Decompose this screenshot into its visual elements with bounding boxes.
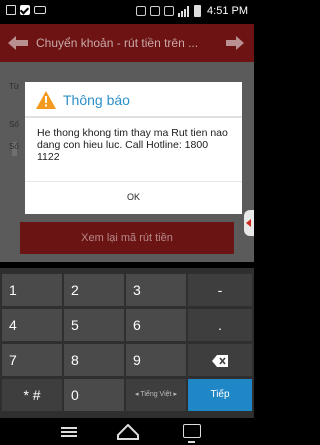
key-9[interactable]: 9 xyxy=(126,344,186,376)
home-icon[interactable] xyxy=(117,424,139,440)
dialog-message: He thong khong tim thay ma Rut tien nao … xyxy=(37,127,228,163)
field-label-from: Từ xyxy=(9,82,20,91)
screenshot-icon xyxy=(6,5,16,15)
key-3[interactable]: 3 xyxy=(126,274,186,306)
notification-icons xyxy=(6,5,46,15)
numeric-keyboard: 1 2 3 - 4 5 6 . 7 8 9 * # 0 ◂ Tiếng Việt… xyxy=(0,268,254,418)
language-switch-key[interactable]: ◂ Tiếng Việt ▸ xyxy=(126,379,186,411)
key-7[interactable]: 7 xyxy=(2,344,62,376)
system-nav-bar xyxy=(0,418,254,445)
key-1[interactable]: 1 xyxy=(2,274,62,306)
dialog-title: Thông báo xyxy=(63,92,130,108)
app-bar: Chuyển khoản - rút tiền trên ... xyxy=(0,24,254,62)
message-icon xyxy=(34,6,46,14)
alert-dialog: Thông báo He thong khong tim thay ma Rut… xyxy=(25,82,242,214)
backspace-key[interactable] xyxy=(188,344,252,376)
field-label-number: Số xyxy=(9,120,19,129)
key-minus[interactable]: - xyxy=(188,274,252,306)
side-drawer-tab[interactable] xyxy=(244,210,254,236)
battery-icon xyxy=(194,5,202,17)
field-label-amount: Số xyxy=(9,142,19,151)
check-icon xyxy=(20,5,30,15)
signal-icon xyxy=(178,5,190,17)
menu-icon[interactable] xyxy=(61,427,77,437)
review-withdraw-code-button[interactable]: Xem lại mã rút tiền xyxy=(20,222,234,254)
key-8[interactable]: 8 xyxy=(64,344,124,376)
sim-icon xyxy=(136,6,147,16)
status-bar: 4:51 PM xyxy=(0,0,254,24)
system-icons: 4:51 PM xyxy=(136,5,248,17)
sync-icon xyxy=(150,6,161,16)
warning-icon xyxy=(36,91,56,109)
key-6[interactable]: 6 xyxy=(126,309,186,341)
enter-key[interactable]: Tiếp xyxy=(188,379,252,411)
forward-arrow-icon[interactable] xyxy=(226,36,244,50)
dialog-header: Thông báo xyxy=(25,82,242,118)
keyboard-hide-icon[interactable] xyxy=(183,424,201,443)
backspace-icon xyxy=(212,355,228,368)
page-title: Chuyển khoản - rút tiền trên ... xyxy=(36,36,199,50)
key-5[interactable]: 5 xyxy=(64,309,124,341)
ok-button[interactable]: OK xyxy=(25,182,242,214)
key-period[interactable]: . xyxy=(188,309,252,341)
back-arrow-icon[interactable] xyxy=(8,36,28,50)
key-2[interactable]: 2 xyxy=(64,274,124,306)
key-0[interactable]: 0 xyxy=(64,379,124,411)
vibrate-icon xyxy=(164,6,175,16)
symbols-key[interactable]: * # xyxy=(2,379,62,411)
clock: 4:51 PM xyxy=(207,5,248,17)
key-4[interactable]: 4 xyxy=(2,309,62,341)
